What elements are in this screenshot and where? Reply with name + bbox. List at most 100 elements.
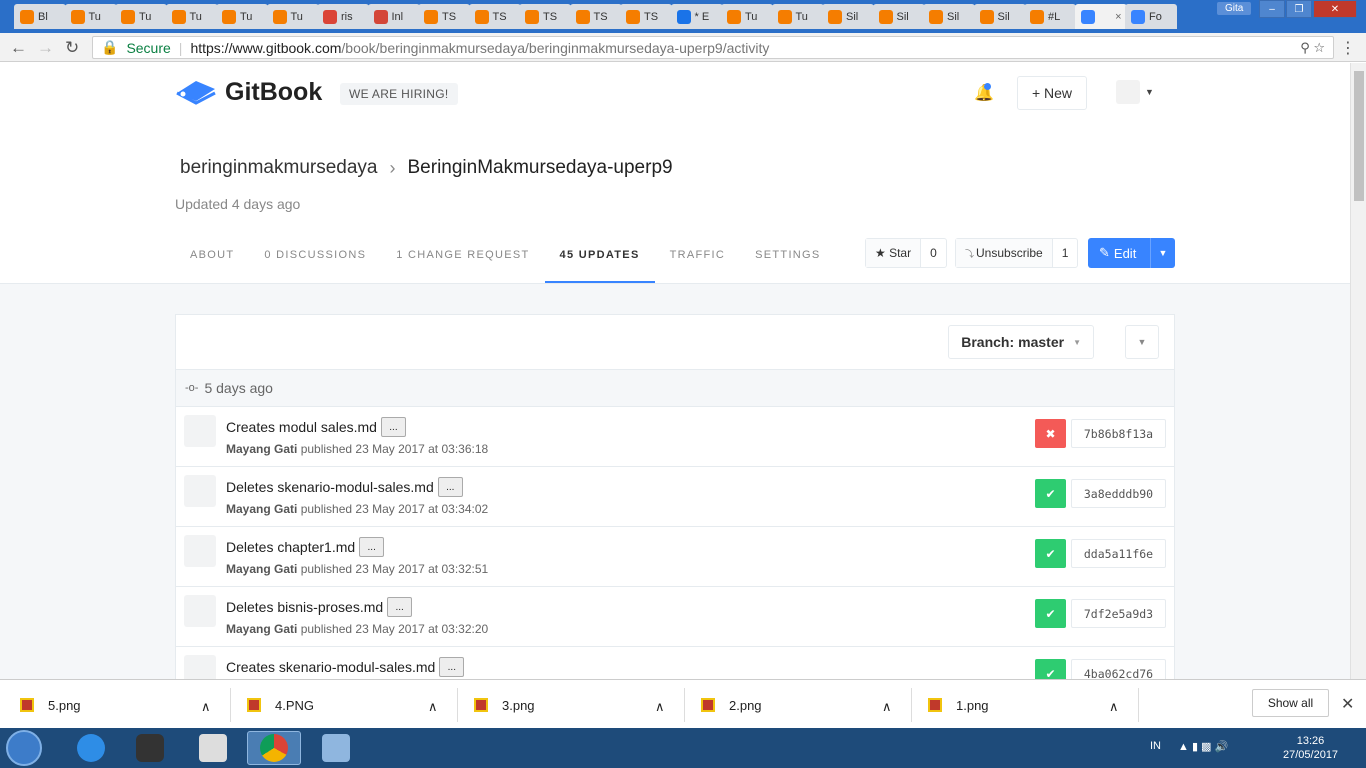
download-options-chevron-up-icon[interactable]: ∧ — [882, 694, 892, 720]
commit-title[interactable]: Creates skenario-modul-sales.md — [226, 659, 435, 675]
forward-arrow-icon[interactable]: → — [37, 38, 54, 58]
commit-sha[interactable]: 4ba062cd76 — [1071, 659, 1166, 679]
build-success-check-icon[interactable]: ✔ — [1035, 479, 1066, 508]
scrollbar-thumb[interactable] — [1354, 71, 1364, 201]
star-button-group[interactable]: ★ Star 0 — [865, 238, 947, 268]
browser-tab[interactable]: Tu — [115, 4, 167, 29]
breadcrumb-book-title[interactable]: BeringinMakmursedaya-uperp9 — [408, 157, 673, 179]
unsubscribe-button-group[interactable]: ⤵ Unsubscribe 1 — [955, 238, 1079, 268]
window-close-button[interactable]: ✕ — [1313, 0, 1357, 18]
browser-tab[interactable]: Tu — [721, 4, 773, 29]
edit-button[interactable]: ✎ Edit ▼ — [1088, 238, 1175, 268]
download-options-chevron-up-icon[interactable]: ∧ — [428, 694, 438, 720]
commit-details-button[interactable]: ... — [380, 417, 406, 437]
taskbar-media-player[interactable] — [186, 731, 240, 765]
branch-options-dropdown[interactable]: ▼ — [1125, 325, 1159, 359]
browser-tab[interactable]: TS — [569, 4, 622, 29]
commit-title[interactable]: Deletes bisnis-proses.md — [226, 599, 383, 615]
browser-menu-icon[interactable]: ⋮ — [1340, 38, 1356, 58]
browser-tab[interactable]: Sil — [973, 4, 1026, 29]
caret-down-icon[interactable]: ▼ — [1145, 87, 1154, 97]
star-button[interactable]: ★ Star — [866, 239, 922, 267]
show-all-button[interactable]: Show all — [1252, 689, 1329, 717]
system-clock[interactable]: 13:26 27/05/2017 — [1283, 734, 1338, 762]
branch-select[interactable]: Branch: master ▼ — [948, 325, 1094, 359]
back-arrow-icon[interactable]: ← — [10, 38, 27, 58]
start-button[interactable] — [6, 730, 42, 766]
browser-tab[interactable]: × — [1074, 4, 1127, 29]
build-success-check-icon[interactable]: ✔ — [1035, 659, 1066, 679]
browser-tab[interactable]: TS — [418, 4, 470, 29]
tab-1-change-request[interactable]: 1 CHANGE REQUEST — [381, 235, 544, 284]
browser-tab[interactable]: Inl — [367, 4, 420, 29]
maximize-button[interactable]: ❐ — [1286, 0, 1312, 18]
language-indicator[interactable]: IN — [1150, 740, 1161, 752]
browser-tab[interactable]: Fo — [1125, 4, 1177, 29]
tab-0-discussions[interactable]: 0 DISCUSSIONS — [249, 235, 381, 284]
commit-details-button[interactable]: ... — [437, 477, 463, 497]
commit-details-button[interactable]: ... — [387, 597, 413, 617]
browser-tab[interactable]: Tu — [165, 4, 218, 29]
breadcrumb-owner[interactable]: beringinmakmursedaya — [180, 157, 378, 179]
taskbar-control-panel[interactable] — [309, 731, 363, 765]
tab-close-icon[interactable]: × — [1115, 11, 1121, 23]
download-item[interactable]: 1.png — [928, 692, 989, 718]
user-avatar[interactable] — [1116, 80, 1140, 104]
tab-45-updates[interactable]: 45 UPDATES — [544, 235, 655, 284]
taskbar-nox[interactable] — [123, 731, 177, 765]
download-item[interactable]: 3.png — [474, 692, 535, 718]
download-options-chevron-up-icon[interactable]: ∧ — [1109, 694, 1119, 720]
build-failed-x-icon[interactable]: ✖ — [1035, 419, 1066, 448]
tab-traffic[interactable]: TRAFFIC — [655, 235, 741, 284]
download-options-chevron-up-icon[interactable]: ∧ — [655, 694, 665, 720]
browser-tab[interactable]: Sil — [872, 4, 925, 29]
tray-icons[interactable]: ▲ ▮ ▩ 🔊 — [1178, 740, 1228, 753]
browser-profile-name[interactable]: Gita — [1217, 2, 1252, 15]
edit-dropdown-caret-icon[interactable]: ▼ — [1151, 248, 1175, 258]
download-item[interactable]: 2.png — [701, 692, 762, 718]
browser-tab-label: Sil — [997, 10, 1010, 23]
commit-title[interactable]: Creates modul sales.md — [226, 419, 377, 435]
minimize-button[interactable]: – — [1259, 0, 1285, 18]
commit-title[interactable]: Deletes skenario-modul-sales.md — [226, 479, 434, 495]
browser-tab[interactable]: Tu — [64, 4, 117, 29]
browser-tab[interactable]: * E — [670, 4, 723, 29]
commit-title-line: Creates modul sales.md... — [226, 417, 406, 437]
browser-tab[interactable]: TS — [620, 4, 672, 29]
hiring-badge[interactable]: WE ARE HIRING! — [340, 83, 458, 105]
browser-tab[interactable]: ris — [317, 4, 369, 29]
reload-icon[interactable]: ↻ — [65, 38, 79, 58]
commit-title[interactable]: Deletes chapter1.md — [226, 539, 355, 555]
browser-tab[interactable]: Sil — [923, 4, 975, 29]
page-scrollbar[interactable] — [1350, 63, 1366, 679]
download-item[interactable]: 4.PNG — [247, 692, 314, 718]
gitbook-logo[interactable]: GitBook — [175, 77, 322, 107]
address-bar[interactable]: 🔒 Secure | https://www.gitbook.com /book… — [92, 36, 1334, 59]
taskbar-chrome[interactable] — [247, 731, 301, 765]
tab-about[interactable]: ABOUT — [175, 235, 249, 284]
downloads-close-icon[interactable]: ✕ — [1341, 694, 1354, 714]
commit-details-button[interactable]: ... — [439, 657, 465, 677]
download-options-chevron-up-icon[interactable]: ∧ — [201, 694, 211, 720]
browser-tab[interactable]: Sil — [822, 4, 874, 29]
commit-sha[interactable]: 3a8edddb90 — [1071, 479, 1166, 508]
bookmark-star-icon[interactable]: ⚲ ☆ — [1300, 40, 1325, 56]
browser-tab[interactable]: Tu — [266, 4, 319, 29]
browser-tab[interactable]: #L — [1024, 4, 1076, 29]
unsubscribe-button[interactable]: ⤵ Unsubscribe — [956, 239, 1053, 267]
download-item[interactable]: 5.png — [20, 692, 81, 718]
commit-sha[interactable]: 7b86b8f13a — [1071, 419, 1166, 448]
browser-tab[interactable]: Tu — [216, 4, 268, 29]
commit-sha[interactable]: 7df2e5a9d3 — [1071, 599, 1166, 628]
commit-sha[interactable]: dda5a11f6e — [1071, 539, 1166, 568]
browser-tab[interactable]: TS — [519, 4, 571, 29]
browser-tab[interactable]: TS — [468, 4, 521, 29]
build-success-check-icon[interactable]: ✔ — [1035, 599, 1066, 628]
browser-tab[interactable]: Bl — [14, 4, 66, 29]
browser-tab[interactable]: Tu — [771, 4, 824, 29]
build-success-check-icon[interactable]: ✔ — [1035, 539, 1066, 568]
tab-settings[interactable]: SETTINGS — [740, 235, 835, 284]
new-button[interactable]: + New — [1017, 76, 1087, 110]
commit-details-button[interactable]: ... — [359, 537, 385, 557]
taskbar-ie[interactable] — [64, 731, 118, 765]
